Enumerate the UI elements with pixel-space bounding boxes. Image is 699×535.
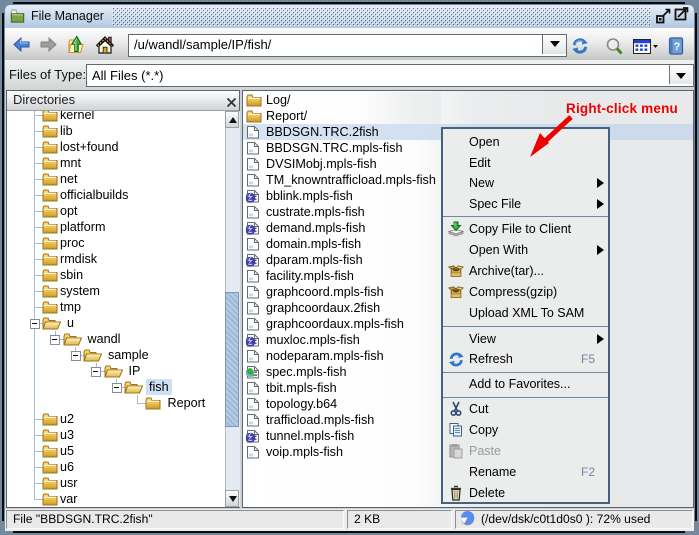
svg-text:?: ? xyxy=(674,41,681,53)
